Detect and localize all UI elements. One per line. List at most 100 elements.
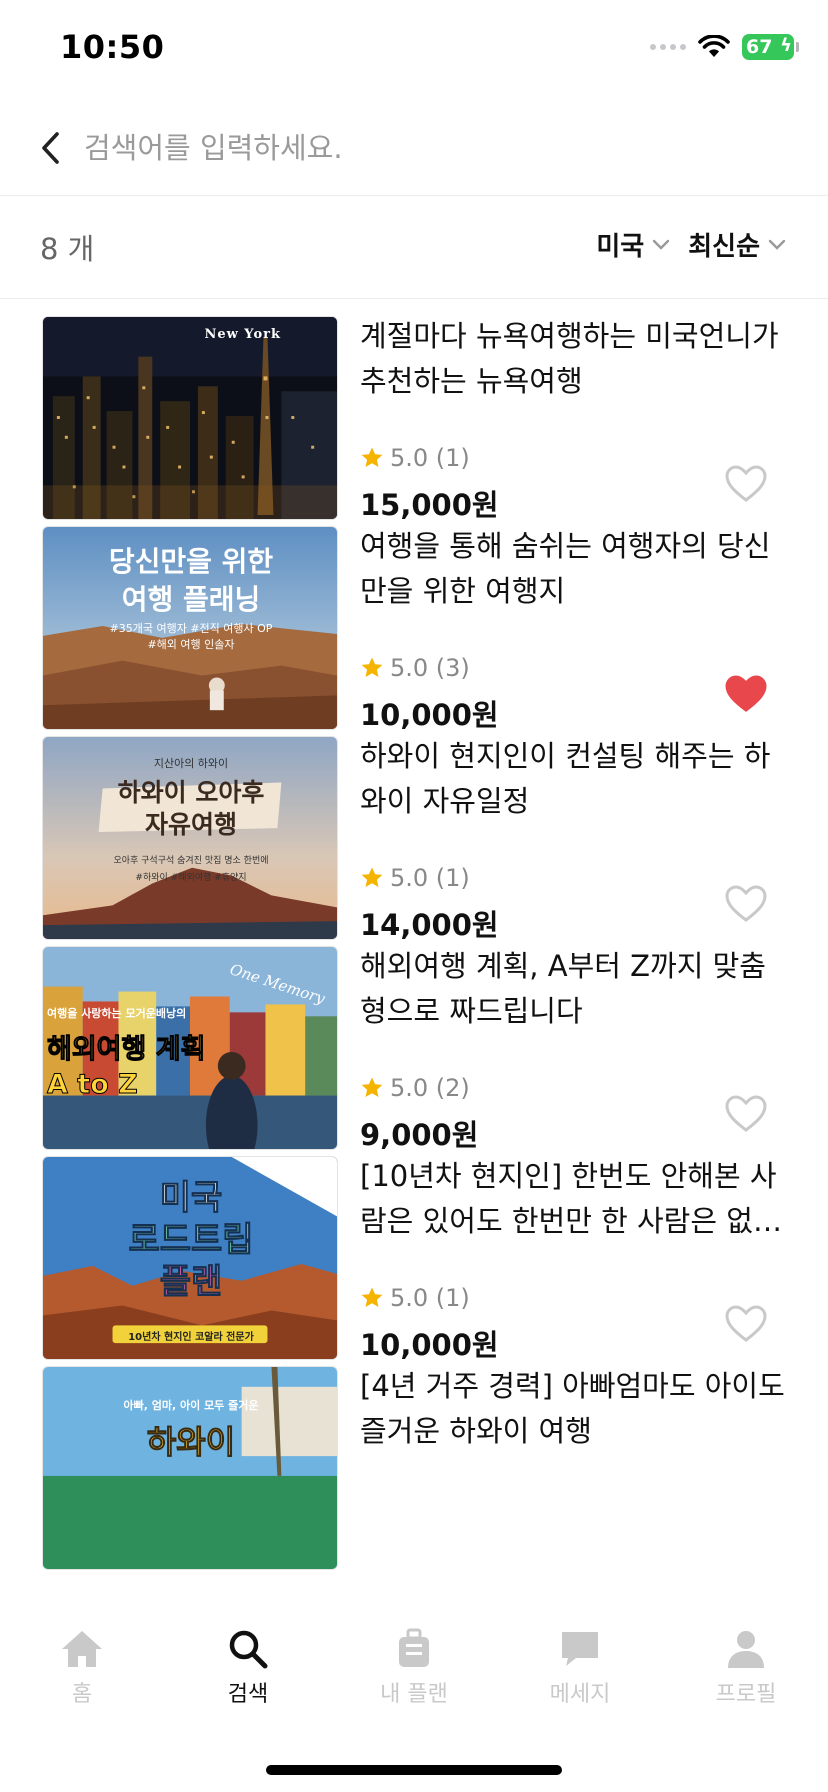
list-item[interactable]: 당신만을 위한 여행 플래닝 #35개국 여행자 #전직 여행사 OP #해외 …	[0, 510, 828, 750]
star-icon	[361, 447, 383, 467]
profile-icon	[728, 1631, 764, 1668]
country-filter-label: 미국	[596, 232, 645, 262]
luggage-icon	[399, 1628, 429, 1667]
heart-outline-icon	[725, 1095, 767, 1132]
tab-label: 홈	[71, 1682, 93, 1707]
heart-outline-icon	[725, 885, 767, 922]
product-thumbnail[interactable]: 아빠, 엄마, 아이 모두 즐거운 하와이	[42, 1366, 338, 1570]
thumbnail-caption: 지산아의 하와이	[153, 757, 229, 770]
star-icon	[361, 657, 383, 677]
product-thumbnail[interactable]: New York	[42, 316, 338, 520]
sort-filter-label: 최신순	[688, 232, 760, 262]
like-button[interactable]	[718, 1296, 774, 1352]
list-item[interactable]: 미국 로드트립 플랜 10년차 현지인 코알라 전문가 [10년차 현지인] 한…	[0, 1140, 828, 1380]
thumbnail-caption: 여행을 사랑하는 모거운배낭의	[47, 1007, 187, 1020]
rating-value: 5.0 (1)	[390, 444, 470, 472]
search-input[interactable]	[84, 118, 784, 178]
like-button[interactable]	[718, 456, 774, 512]
battery-icon: 67 ϟ	[742, 34, 799, 60]
search-header	[0, 100, 828, 196]
thumbnail-headline: A to Z	[47, 1069, 139, 1101]
status-time: 10:50	[60, 28, 165, 66]
star-icon	[361, 1077, 383, 1097]
like-button[interactable]	[718, 1086, 774, 1142]
thumbnail-headline: 하와이 오아후	[117, 778, 265, 807]
heart-filled-icon	[725, 675, 767, 712]
filter-bar: 8 개 미국 최신순	[0, 196, 828, 299]
status-icons: 67 ϟ	[650, 34, 799, 60]
chevron-left-icon	[42, 132, 59, 164]
product-thumbnail[interactable]: One Memory 여행을 사랑하는 모거운배낭의 해외여행 계획 A to …	[42, 946, 338, 1150]
like-button[interactable]	[718, 876, 774, 932]
battery-level: 67	[746, 36, 773, 58]
rating: 5.0 (1)	[360, 864, 470, 892]
thumbnail-headline: 하와이	[146, 1423, 236, 1462]
heart-outline-icon	[725, 1305, 767, 1342]
product-list: New York 계절마다 뉴욕여행하는 미국언니가 추천하는 뉴욕여행 5.0…	[0, 300, 828, 1612]
product-title: 하와이 현지인이 컨설팅 해주는 하와이 자유일정	[360, 739, 771, 818]
thumbnail-caption: #하와이 #해외여행 #휴양지	[135, 873, 247, 883]
thumbnail-headline: 자유여행	[144, 810, 237, 839]
list-item[interactable]: New York 계절마다 뉴욕여행하는 미국언니가 추천하는 뉴욕여행 5.0…	[0, 300, 828, 540]
star-icon	[361, 1287, 383, 1307]
star-icon	[361, 867, 383, 887]
tab-label: 프로필	[715, 1682, 777, 1707]
thumbnail-caption: 오아후 구석구석 숨겨진 맛집 명소 한번에	[113, 856, 269, 866]
tab-label: 검색	[227, 1682, 269, 1707]
product-title: 계절마다 뉴욕여행하는 미국언니가 추천하는 뉴욕여행	[360, 319, 779, 398]
rating: 5.0 (1)	[360, 1284, 470, 1312]
product-thumbnail[interactable]: 지산아의 하와이 하와이 오아후 자유여행 오아후 구석구석 숨겨진 맛집 명소…	[42, 736, 338, 940]
product-title: 해외여행 계획, A부터 Z까지 맞춤형으로 짜드립니다	[360, 949, 766, 1028]
thumbnail-headline: 로드트립	[128, 1220, 254, 1261]
rating-value: 5.0 (3)	[390, 654, 470, 682]
list-item[interactable]: 아빠, 엄마, 아이 모두 즐거운 하와이 [4년 거주 경력] 아빠엄마도 아…	[0, 1350, 828, 1590]
cellular-signal-icon	[650, 44, 686, 50]
charging-icon: ϟ	[780, 35, 792, 56]
tab-profile[interactable]: 프로필	[686, 1628, 806, 1714]
country-filter[interactable]: 미국	[596, 226, 670, 263]
thumbnail-caption: #해외 여행 인솔자	[147, 638, 235, 651]
thumbnail-caption: New York	[204, 327, 281, 342]
product-title: [10년차 현지인] 한번도 안해본 사람은 있어도 한번만 한 사람은 없는 …	[360, 1159, 780, 1238]
status-bar: 10:50 67 ϟ	[0, 0, 828, 100]
tab-home[interactable]: 홈	[22, 1628, 142, 1714]
tab-label: 메세지	[549, 1682, 611, 1707]
product-thumbnail[interactable]: 미국 로드트립 플랜 10년차 현지인 코알라 전문가	[42, 1156, 338, 1360]
home-icon	[62, 1631, 102, 1667]
thumbnail-caption: 아빠, 엄마, 아이 모두 즐거운	[123, 1399, 259, 1412]
rating-value: 5.0 (1)	[390, 864, 470, 892]
tab-my-plan[interactable]: 내 플랜	[354, 1628, 474, 1714]
wifi-icon	[698, 35, 730, 57]
rating: 5.0 (2)	[360, 1074, 470, 1102]
rating-value: 5.0 (2)	[390, 1074, 470, 1102]
thumbnail-headline: 여행 플래닝	[121, 583, 261, 616]
thumbnail-caption: 10년차 현지인 코알라 전문가	[128, 1332, 254, 1343]
filter-group: 미국 최신순	[596, 226, 786, 263]
product-title: [4년 거주 경력] 아빠엄마도 아이도 즐거운 하와이 여행	[360, 1369, 785, 1448]
list-item[interactable]: 지산아의 하와이 하와이 오아후 자유여행 오아후 구석구석 숨겨진 맛집 명소…	[0, 720, 828, 960]
product-title: 여행을 통해 숨쉬는 여행자의 당신만을 위한 여행지	[360, 529, 771, 608]
rating: 5.0 (1)	[360, 444, 470, 472]
result-count: 8 개	[40, 232, 95, 266]
thumbnail-headline: 미국	[159, 1178, 223, 1219]
sort-filter[interactable]: 최신순	[688, 226, 786, 263]
thumbnail-headline: 플랜	[159, 1262, 223, 1303]
thumbnail-headline: 해외여행 계획	[46, 1034, 206, 1066]
rating: 5.0 (3)	[360, 654, 470, 682]
search-icon	[229, 1630, 268, 1669]
like-button[interactable]	[718, 666, 774, 722]
tab-label: 내 플랜	[380, 1682, 448, 1707]
message-icon	[562, 1632, 598, 1666]
tab-messages[interactable]: 메세지	[520, 1628, 640, 1714]
thumbnail-headline: 당신만을 위한	[108, 545, 274, 578]
rating-value: 5.0 (1)	[390, 1284, 470, 1312]
heart-outline-icon	[725, 465, 767, 502]
tab-search[interactable]: 검색	[188, 1628, 308, 1714]
chevron-down-icon	[653, 239, 670, 250]
chevron-down-icon	[768, 239, 786, 250]
home-indicator	[266, 1765, 562, 1775]
thumbnail-caption: #35개국 여행자 #전직 여행사 OP	[109, 622, 273, 635]
product-thumbnail[interactable]: 당신만을 위한 여행 플래닝 #35개국 여행자 #전직 여행사 OP #해외 …	[42, 526, 338, 730]
list-item[interactable]: One Memory 여행을 사랑하는 모거운배낭의 해외여행 계획 A to …	[0, 930, 828, 1170]
back-button[interactable]	[22, 120, 78, 176]
